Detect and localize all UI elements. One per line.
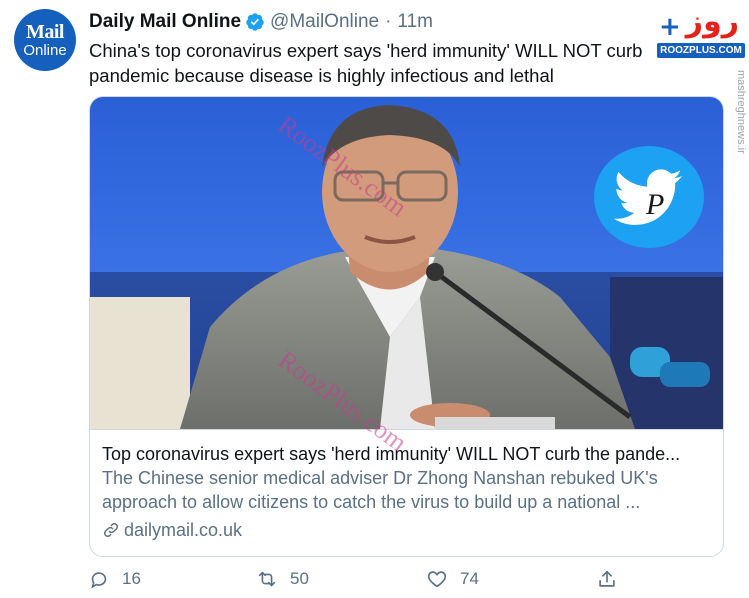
avatar[interactable]: Mail Online [14,9,76,71]
tweet-timestamp[interactable]: 11m [397,11,433,33]
retweet-button[interactable]: 50 [256,568,309,590]
card-photo-illustration [90,97,723,429]
reply-count: 16 [122,569,141,588]
card-image[interactable] [90,97,723,429]
side-watermark: mashreghnews.ir [735,70,747,154]
retweet-icon [258,571,276,587]
tweet-actions: 16 50 74 [88,568,628,596]
avatar-line1: Mail [26,21,65,43]
roozplus-logo: + روز ROOZPLUS.COM [657,4,745,58]
share-icon [599,570,615,587]
reply-icon [91,572,107,589]
card-domain[interactable]: dailymail.co.uk [102,518,711,542]
svg-text:P: P [645,188,664,221]
card-body[interactable]: Top coronavirus expert says 'herd immuni… [90,429,723,556]
separator-dot: · [385,11,392,32]
author-name[interactable]: Daily Mail Online [89,11,241,33]
tweet-text: China's top coronavirus expert says 'her… [89,40,643,86]
share-button[interactable] [596,568,630,590]
card-description: The Chinese senior medical adviser Dr Zh… [102,468,658,512]
like-count: 74 [460,569,479,588]
avatar-line2: Online [23,42,67,59]
link-icon [103,522,119,538]
tweet-header: Daily Mail Online @MailOnline · 11m [89,10,433,34]
card-title[interactable]: Top coronavirus expert says 'herd immuni… [102,442,711,466]
like-button[interactable]: 74 [426,568,479,590]
verified-badge-icon [246,13,264,31]
logo-persian: روز [685,4,739,39]
heart-icon [427,571,447,588]
logo-plus: + [659,12,681,42]
retweet-count: 50 [290,569,309,588]
author-handle[interactable]: @MailOnline [270,11,379,33]
tweet[interactable]: Mail Online Daily Mail Online @MailOnlin… [0,0,749,598]
logo-english: ROOZPLUS.COM [657,43,745,58]
twitter-bird-logo-icon: P [594,146,704,248]
reply-button[interactable]: 16 [88,568,141,590]
card-domain-text: dailymail.co.uk [124,520,243,540]
